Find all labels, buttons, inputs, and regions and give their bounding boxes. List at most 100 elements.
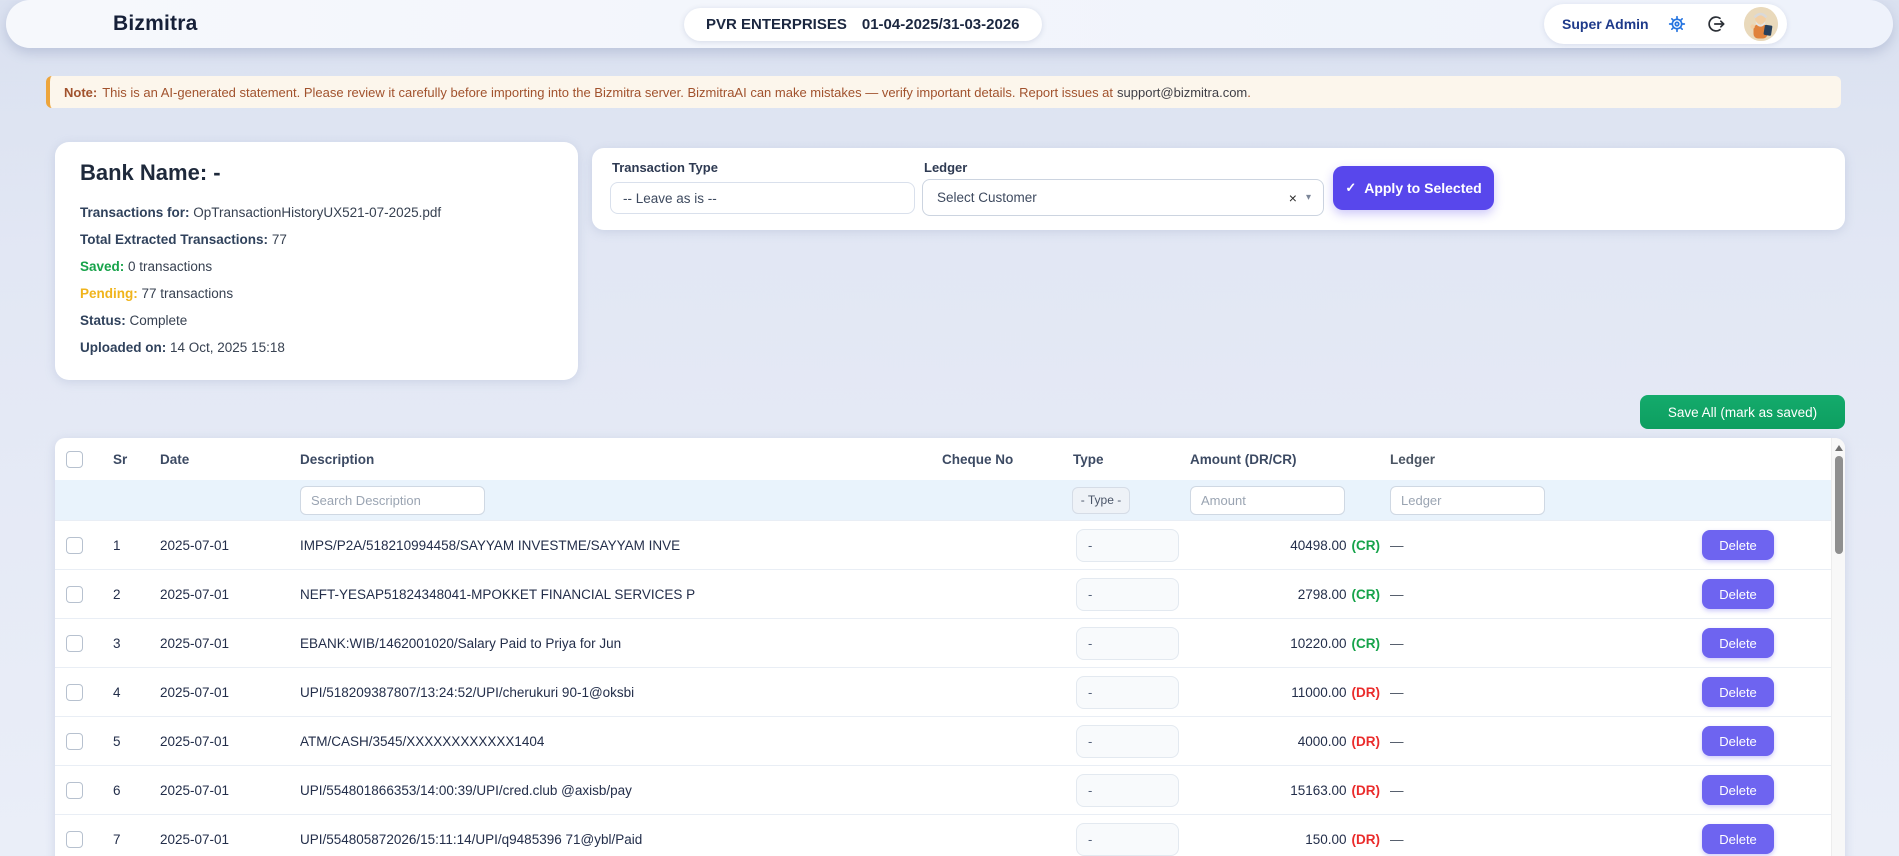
row-type-select[interactable]: - xyxy=(1076,822,1179,856)
table-row: 6 2025-07-01 UPI/554801866353/14:00:39/U… xyxy=(55,765,1831,814)
row-amount: 150.00 (DR) xyxy=(1305,831,1380,847)
financial-year: 01-04-2025/31-03-2026 xyxy=(861,16,1020,33)
table-row: 7 2025-07-01 UPI/554805872026/15:11:14/U… xyxy=(55,814,1831,856)
row-description: UPI/518209387807/13:24:52/UPI/cherukuri … xyxy=(300,684,635,700)
table-row: 3 2025-07-01 EBANK:WIB/1462001020/Salary… xyxy=(55,618,1831,667)
row-amount: 4000.00 (DR) xyxy=(1297,733,1380,749)
saved-line: Saved: 0 transactions xyxy=(80,259,213,274)
bank-name-title: Bank Name: - xyxy=(80,160,221,185)
row-description: EBANK:WIB/1462001020/Salary Paid to Priy… xyxy=(300,635,622,651)
logout-icon[interactable] xyxy=(1705,13,1727,35)
row-type-select[interactable]: - xyxy=(1076,577,1179,611)
select-all-checkbox[interactable] xyxy=(66,450,83,468)
user-avatar[interactable] xyxy=(1743,7,1778,41)
row-ledger: — xyxy=(1390,586,1404,602)
company-badge[interactable]: PVR ENTERPRISES 01-04-2025/31-03-2026 xyxy=(684,8,1042,41)
row-description: UPI/554801866353/14:00:39/UPI/cred.club … xyxy=(300,782,632,798)
row-date: 2025-07-01 xyxy=(160,831,230,847)
uploaded-line: Uploaded on: 14 Oct, 2025 15:18 xyxy=(80,340,285,355)
table-filter-row: - Type - xyxy=(55,480,1831,520)
delete-button[interactable]: Delete xyxy=(1702,677,1774,707)
row-checkbox[interactable] xyxy=(66,781,83,799)
row-date: 2025-07-01 xyxy=(160,684,230,700)
row-checkbox[interactable] xyxy=(66,830,83,848)
header-cheque-no: Cheque No xyxy=(942,451,1014,467)
table-body: 1 2025-07-01 IMPS/P2A/518210994458/SAYYA… xyxy=(55,520,1831,856)
row-type-select[interactable]: - xyxy=(1076,773,1179,807)
delete-button[interactable]: Delete xyxy=(1702,775,1774,805)
delete-button[interactable]: Delete xyxy=(1702,824,1774,854)
ledger-label: Ledger xyxy=(924,160,968,175)
header-sr: Sr xyxy=(113,451,128,467)
row-type-select[interactable]: - xyxy=(1076,626,1179,660)
row-amount: 15163.00 (DR) xyxy=(1290,782,1380,798)
scrollbar-thumb[interactable] xyxy=(1834,456,1843,554)
saved-count: 0 transactions xyxy=(128,259,213,274)
row-date: 2025-07-01 xyxy=(160,586,230,602)
note-text: This is an AI-generated statement. Pleas… xyxy=(102,84,1114,100)
ledger-filter-input[interactable] xyxy=(1390,485,1545,515)
row-description: UPI/554805872026/15:11:14/UPI/q9485396 7… xyxy=(300,831,643,847)
status-value: Complete xyxy=(129,313,188,328)
ledger-clear-icon[interactable]: × xyxy=(1289,190,1297,206)
source-file-name: OpTransactionHistoryUX521-07-2025.pdf xyxy=(193,205,442,220)
delete-button[interactable]: Delete xyxy=(1702,628,1774,658)
header-type: Type xyxy=(1073,451,1104,467)
uploaded-timestamp: 14 Oct, 2025 15:18 xyxy=(170,340,285,355)
transactions-for-line: Transactions for: OpTransactionHistoryUX… xyxy=(80,205,442,220)
row-sr: 1 xyxy=(113,537,121,553)
status-line: Status: Complete xyxy=(80,313,188,328)
row-amount: 40498.00 (CR) xyxy=(1290,537,1380,553)
bank-summary-card: Bank Name: - Transactions for: OpTransac… xyxy=(55,142,578,380)
row-sr: 4 xyxy=(113,684,121,700)
row-amount: 10220.00 (CR) xyxy=(1290,635,1380,651)
chevron-down-icon: ▾ xyxy=(1305,192,1311,203)
row-date: 2025-07-01 xyxy=(160,635,230,651)
header-description: Description xyxy=(300,451,375,467)
pending-count: 77 transactions xyxy=(141,286,234,301)
row-type-select[interactable]: - xyxy=(1076,724,1179,758)
row-date: 2025-07-01 xyxy=(160,782,230,798)
row-sr: 6 xyxy=(113,782,121,798)
scroll-up-arrow[interactable] xyxy=(1834,445,1843,451)
ledger-select[interactable]: Select Customer × ▾ xyxy=(922,179,1324,216)
amount-filter-input[interactable] xyxy=(1190,485,1345,515)
row-type-select[interactable]: - xyxy=(1076,675,1179,709)
row-description: ATM/CASH/3545/XXXXXXXXXXXX1404 xyxy=(300,733,545,749)
transaction-type-label: Transaction Type xyxy=(612,160,718,175)
row-amount: 11000.00 (DR) xyxy=(1291,684,1380,700)
total-extracted-count: 77 xyxy=(271,232,287,247)
row-ledger: — xyxy=(1390,684,1404,700)
delete-button[interactable]: Delete xyxy=(1702,530,1774,560)
save-all-button[interactable]: Save All (mark as saved) xyxy=(1640,395,1845,429)
vertical-scrollbar[interactable] xyxy=(1831,438,1845,856)
apply-to-selected-button[interactable]: ✓ Apply to Selected xyxy=(1333,166,1494,210)
note-suffix: . xyxy=(1247,84,1251,100)
row-checkbox[interactable] xyxy=(66,634,83,652)
row-sr: 7 xyxy=(113,831,121,847)
row-checkbox[interactable] xyxy=(66,683,83,701)
row-ledger: — xyxy=(1390,635,1404,651)
note-label: Note: xyxy=(64,84,98,100)
type-filter-select[interactable]: - Type - xyxy=(1072,486,1130,514)
row-ledger: — xyxy=(1390,782,1404,798)
delete-button[interactable]: Delete xyxy=(1702,726,1774,756)
total-extracted-line: Total Extracted Transactions: 77 xyxy=(80,232,287,247)
row-description: NEFT-YESAP51824348041-MPOKKET FINANCIAL … xyxy=(300,586,696,602)
delete-button[interactable]: Delete xyxy=(1702,579,1774,609)
row-type-select[interactable]: - xyxy=(1076,528,1179,562)
row-sr: 5 xyxy=(113,733,121,749)
settings-gear-icon[interactable] xyxy=(1666,13,1688,35)
transaction-type-select[interactable]: -- Leave as is -- xyxy=(610,182,915,214)
row-checkbox[interactable] xyxy=(66,732,83,750)
row-ledger: — xyxy=(1390,537,1404,553)
user-pill: Super Admin xyxy=(1544,4,1787,44)
row-checkbox[interactable] xyxy=(66,585,83,603)
row-amount: 2798.00 (CR) xyxy=(1297,586,1380,602)
bulk-apply-panel: Transaction Type -- Leave as is -- Ledge… xyxy=(592,148,1845,230)
search-description-input[interactable] xyxy=(300,485,485,515)
row-date: 2025-07-01 xyxy=(160,733,230,749)
header-ledger: Ledger xyxy=(1390,451,1436,467)
row-checkbox[interactable] xyxy=(66,536,83,554)
support-email: support@bizmitra.com xyxy=(1117,84,1248,100)
